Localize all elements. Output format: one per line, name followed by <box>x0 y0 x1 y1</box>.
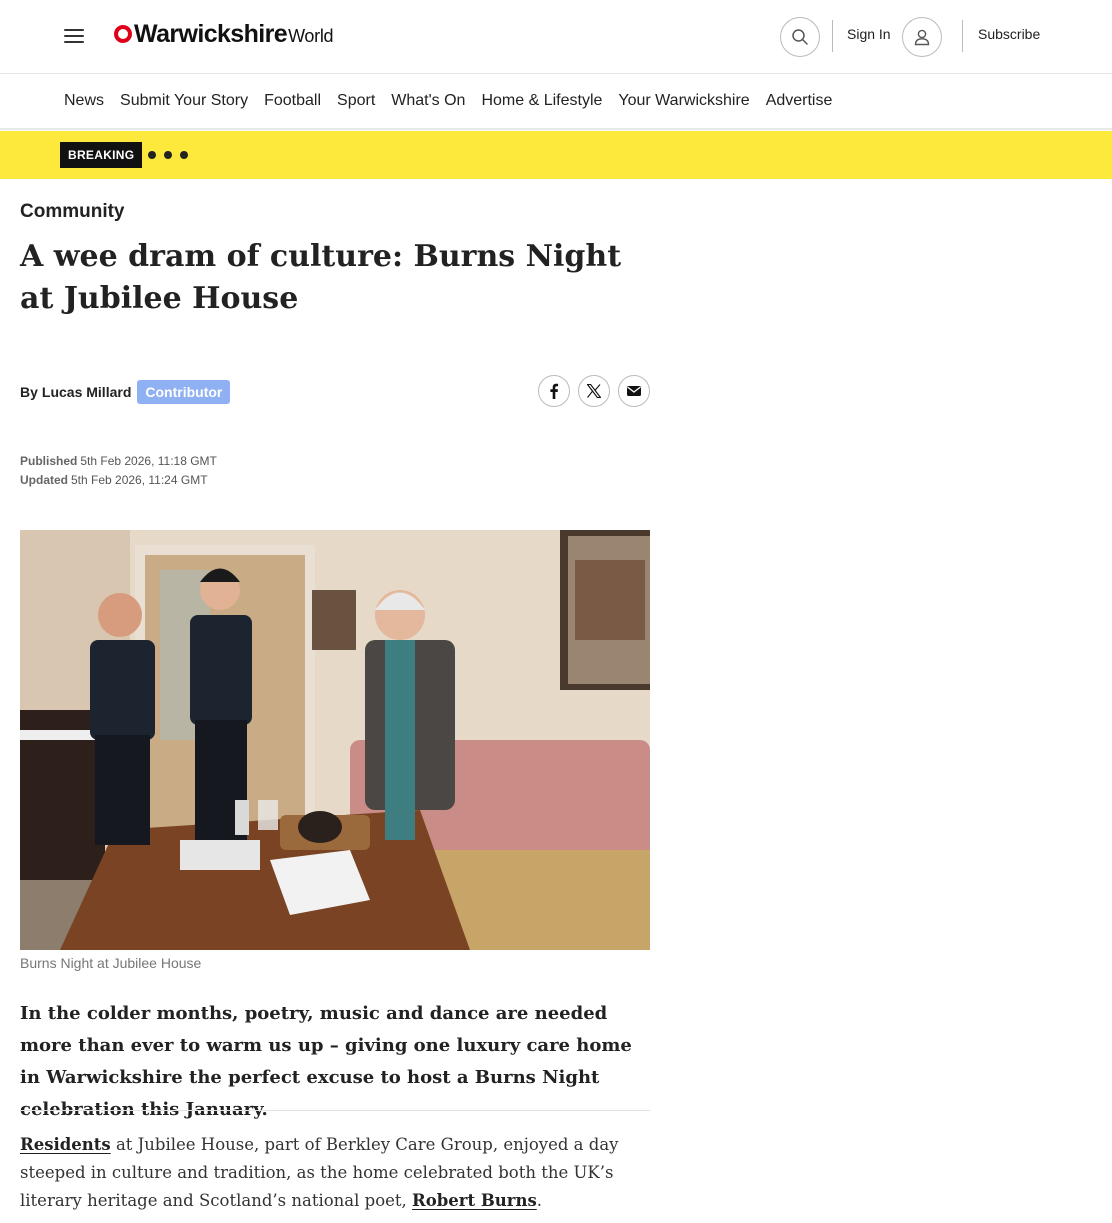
article-body-paragraph: Residents at Jubilee House, part of Berk… <box>20 1131 652 1215</box>
published-line: Published 5th Feb 2026, 11:18 GMT <box>20 452 217 471</box>
byline-prefix: By <box>20 384 38 400</box>
breaking-news-bar: BREAKING <box>0 131 1112 179</box>
share-x-button[interactable] <box>578 375 610 407</box>
logo-mark <box>114 25 132 43</box>
article-image[interactable] <box>20 530 650 950</box>
burns-night-photo <box>20 530 650 950</box>
nav-item-sport[interactable]: Sport <box>337 92 375 110</box>
header-divider <box>962 20 963 52</box>
search-icon <box>792 29 808 45</box>
hamburger-menu-icon[interactable] <box>64 29 84 45</box>
contributor-badge: Contributor <box>137 380 231 404</box>
nav-item-whats-on[interactable]: What's On <box>391 92 465 110</box>
robert-burns-link[interactable]: Robert Burns <box>412 1191 537 1210</box>
nav-item-your-warwickshire[interactable]: Your Warwickshire <box>618 92 749 110</box>
published-date: 5th Feb 2026, 11:18 GMT <box>80 454 217 468</box>
publish-dates: Published 5th Feb 2026, 11:18 GMT Updated… <box>20 452 217 490</box>
updated-label: Updated <box>20 473 68 487</box>
email-icon <box>627 386 641 396</box>
divider <box>20 1110 650 1111</box>
site-header: Warwickshire World Sign In Subscribe <box>0 0 1112 74</box>
logo-main-text: Warwickshire <box>134 20 288 48</box>
subscribe-link[interactable]: Subscribe <box>978 26 1040 42</box>
nav-item-football[interactable]: Football <box>264 92 321 110</box>
nav-item-home-lifestyle[interactable]: Home & Lifestyle <box>481 92 602 110</box>
main-nav: News Submit Your Story Football Sport Wh… <box>0 74 1112 130</box>
updated-date: 5th Feb 2026, 11:24 GMT <box>71 473 208 487</box>
x-twitter-icon <box>586 383 602 399</box>
article-headline: A wee dram of culture: Burns Night at Ju… <box>20 239 622 316</box>
sign-in-link[interactable]: Sign In <box>847 26 891 42</box>
account-button[interactable] <box>902 17 942 57</box>
share-facebook-button[interactable] <box>538 375 570 407</box>
user-icon <box>914 29 930 46</box>
search-button[interactable] <box>780 17 820 57</box>
nav-item-submit-story[interactable]: Submit Your Story <box>120 92 248 110</box>
body-text-2: . <box>536 1191 543 1210</box>
image-caption: Burns Night at Jubilee House <box>20 955 202 971</box>
header-divider <box>832 20 833 52</box>
logo-sub-text: World <box>288 26 334 46</box>
article-standfirst: In the colder months, poetry, music and … <box>20 1003 632 1120</box>
nav-item-advertise[interactable]: Advertise <box>766 92 833 110</box>
breaking-badge: BREAKING <box>60 142 143 168</box>
byline: By Lucas Millard Contributor <box>20 380 231 404</box>
share-email-button[interactable] <box>618 375 650 407</box>
facebook-icon <box>550 383 559 399</box>
residents-link[interactable]: Residents <box>20 1135 111 1154</box>
author-name[interactable]: Lucas Millard <box>42 384 131 400</box>
site-logo[interactable]: Warwickshire World <box>114 20 334 54</box>
section-label[interactable]: Community <box>20 201 125 223</box>
published-label: Published <box>20 454 78 468</box>
loading-dots <box>148 151 196 159</box>
updated-line: Updated 5th Feb 2026, 11:24 GMT <box>20 471 217 490</box>
nav-item-news[interactable]: News <box>64 92 104 110</box>
